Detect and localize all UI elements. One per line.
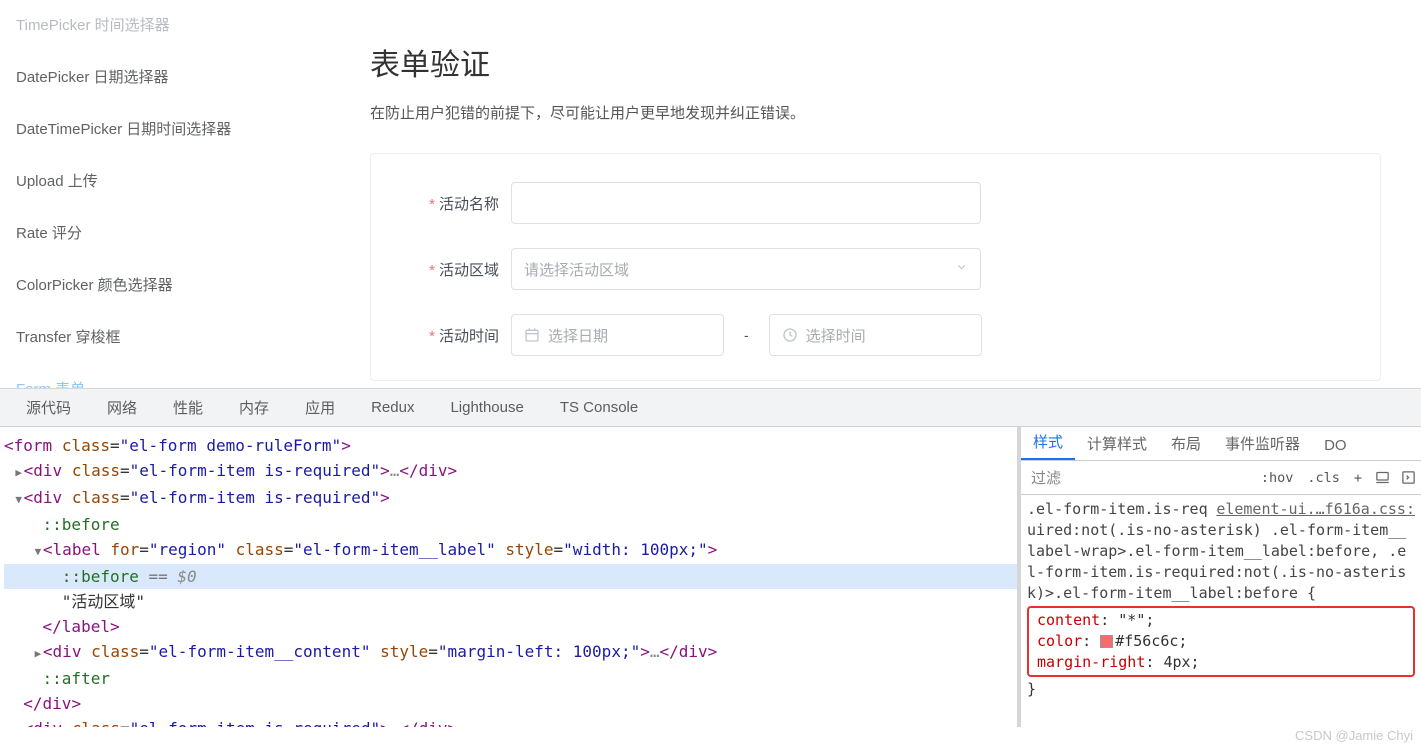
devtools-tabbar: 源代码 网络 性能 内存 应用 Redux Lighthouse TS Cons… <box>0 389 1421 427</box>
time-input[interactable]: 选择时间 <box>769 314 982 356</box>
tab-performance[interactable]: 性能 <box>155 389 221 426</box>
styles-tab-computed[interactable]: 计算样式 <box>1075 427 1159 460</box>
form-row-region: *活动区域 请选择活动区域 <box>411 248 1340 290</box>
region-label: *活动区域 <box>411 259 511 280</box>
form-card: *活动名称 *活动区域 请选择活动区域 *活动时间 选择日期 <box>370 153 1381 381</box>
highlighted-css-rules: content: "*"; color: #f56c6c; margin-rig… <box>1027 606 1415 677</box>
calendar-icon <box>524 327 540 343</box>
styles-panel: 样式 计算样式 布局 事件监听器 DO 过滤 :hov .cls + eleme… <box>1021 427 1421 727</box>
dom-line[interactable]: ::before <box>4 512 1017 537</box>
sidebar-item-upload[interactable]: Upload 上传 <box>16 156 360 208</box>
dom-line[interactable]: "活动区域" <box>4 589 1017 614</box>
styles-tab-listeners[interactable]: 事件监听器 <box>1213 427 1312 460</box>
dom-line-selected[interactable]: ::before == $0 <box>4 564 1017 589</box>
sidebar-item-colorpicker[interactable]: ColorPicker 颜色选择器 <box>16 260 360 312</box>
dom-line[interactable]: ▶<div class="el-form-item is-required">…… <box>4 458 1017 485</box>
css-source-link[interactable]: element-ui.…f616a.css: <box>1216 499 1415 520</box>
date-separator: - <box>744 327 749 343</box>
dom-line[interactable]: ::after <box>4 666 1017 691</box>
hov-button[interactable]: :hov <box>1254 470 1301 486</box>
sidebar-item-rate[interactable]: Rate 评分 <box>16 208 360 260</box>
tab-lighthouse[interactable]: Lighthouse <box>432 389 541 426</box>
date-input[interactable]: 选择日期 <box>511 314 724 356</box>
dom-line[interactable]: </label> <box>4 614 1017 639</box>
dom-line[interactable]: ▼<label for="region" class="el-form-item… <box>4 537 1017 564</box>
time-label: *活动时间 <box>411 325 511 346</box>
dom-line[interactable]: ▼<div class="el-form-item is-required"> <box>4 485 1017 512</box>
sidebar-item-datetimepicker[interactable]: DateTimePicker 日期时间选择器 <box>16 104 360 156</box>
name-label: *活动名称 <box>411 193 511 214</box>
tab-sources[interactable]: 源代码 <box>8 389 89 426</box>
sidebar-item-datepicker[interactable]: DatePicker 日期选择器 <box>16 52 360 104</box>
color-swatch-icon[interactable] <box>1100 635 1113 648</box>
tab-tsconsole[interactable]: TS Console <box>542 389 656 426</box>
chevron-down-icon <box>955 261 968 278</box>
dom-line[interactable]: </div> <box>4 691 1017 716</box>
sidebar-item-form[interactable]: Form 表单 <box>16 364 360 388</box>
name-input[interactable] <box>511 182 981 224</box>
styles-filter-row: 过滤 :hov .cls + <box>1021 461 1421 495</box>
dom-line[interactable]: ▶<div class="el-form-item is-required">…… <box>4 716 1017 727</box>
styles-tab-layout[interactable]: 布局 <box>1159 427 1213 460</box>
cls-button[interactable]: .cls <box>1300 470 1347 486</box>
region-placeholder: 请选择活动区域 <box>524 259 629 280</box>
more-icon[interactable] <box>1399 469 1417 487</box>
dom-line[interactable]: ▶<div class="el-form-item__content" styl… <box>4 639 1017 666</box>
form-row-time: *活动时间 选择日期 - 选择时间 <box>411 314 1340 356</box>
watermark: CSDN @Jamie Chyi <box>1295 728 1413 743</box>
main-content: 表单验证 在防止用户犯错的前提下，尽可能让用户更早地发现并纠正错误。 *活动名称… <box>360 0 1421 388</box>
devtools: 源代码 网络 性能 内存 应用 Redux Lighthouse TS Cons… <box>0 388 1421 727</box>
sidebar: TimePicker 时间选择器 DatePicker 日期选择器 DateTi… <box>0 0 360 388</box>
css-rule-block[interactable]: element-ui.…f616a.css: .el-form-item.is-… <box>1021 495 1421 704</box>
date-placeholder: 选择日期 <box>548 325 608 346</box>
css-close-brace: } <box>1027 679 1415 700</box>
sidebar-item-timepicker[interactable]: TimePicker 时间选择器 <box>16 0 360 52</box>
new-rule-button[interactable]: + <box>1347 470 1369 486</box>
region-select[interactable]: 请选择活动区域 <box>511 248 981 290</box>
device-toolbar-icon[interactable] <box>1373 469 1391 487</box>
time-placeholder: 选择时间 <box>806 325 866 346</box>
clock-icon <box>782 327 798 343</box>
dom-line[interactable]: <form class="el-form demo-ruleForm"> <box>4 433 1017 458</box>
page-description: 在防止用户犯错的前提下，尽可能让用户更早地发现并纠正错误。 <box>370 102 1381 123</box>
form-row-name: *活动名称 <box>411 182 1340 224</box>
tab-network[interactable]: 网络 <box>89 389 155 426</box>
styles-tab-styles[interactable]: 样式 <box>1021 427 1075 460</box>
styles-tab-do[interactable]: DO <box>1312 431 1359 460</box>
sidebar-item-transfer[interactable]: Transfer 穿梭框 <box>16 312 360 364</box>
tab-application[interactable]: 应用 <box>287 389 353 426</box>
dom-tree-panel[interactable]: <form class="el-form demo-ruleForm"> ▶<d… <box>0 427 1017 727</box>
page-title: 表单验证 <box>370 40 1381 84</box>
styles-tabs: 样式 计算样式 布局 事件监听器 DO <box>1021 427 1421 461</box>
styles-filter-input[interactable]: 过滤 <box>1021 467 1254 488</box>
tab-memory[interactable]: 内存 <box>221 389 287 426</box>
tab-redux[interactable]: Redux <box>353 389 432 426</box>
